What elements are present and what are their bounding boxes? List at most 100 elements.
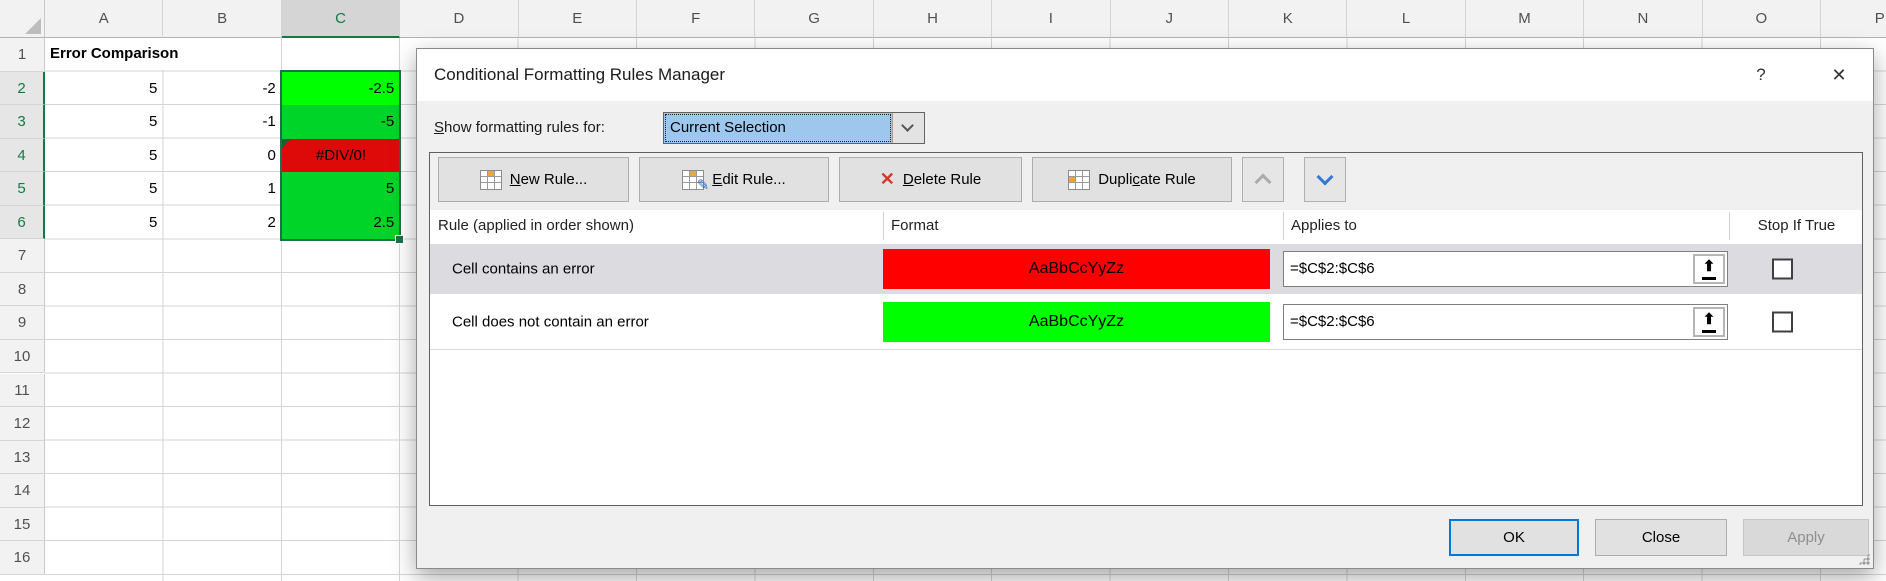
row-header-16[interactable]: 16 (0, 541, 45, 575)
close-button[interactable]: Close (1595, 519, 1727, 556)
combobox-value: Current Selection (664, 113, 892, 143)
column-header-N[interactable]: N (1584, 0, 1702, 38)
header-applies-to: Applies to (1291, 210, 1357, 242)
cell-C5[interactable]: 5 (282, 172, 400, 206)
cell-A5[interactable]: 5 (45, 172, 163, 206)
column-header-H[interactable]: H (874, 0, 992, 38)
error-indicator-icon (282, 139, 291, 148)
dialog-title: Conditional Formatting Rules Manager (434, 49, 725, 101)
edit-rule-icon: ✎ (682, 170, 704, 190)
rules-list-container: New Rule... ✎ Edit Rule... ✕ Delete Rule… (429, 152, 1863, 506)
column-header-L[interactable]: L (1347, 0, 1465, 38)
cell-B3[interactable]: -1 (163, 105, 281, 139)
delete-rule-button[interactable]: ✕ Delete Rule (839, 157, 1022, 202)
column-header-E[interactable]: E (519, 0, 637, 38)
cell-C2[interactable]: -2.5 (282, 72, 400, 106)
ok-button[interactable]: OK (1449, 519, 1579, 556)
duplicate-rule-button[interactable]: Duplicate Rule (1032, 157, 1232, 202)
header-format: Format (891, 210, 939, 242)
chevron-down-icon (1317, 169, 1334, 186)
row-header-12[interactable]: 12 (0, 407, 45, 441)
edit-rule-button[interactable]: ✎ Edit Rule... (639, 157, 829, 202)
applies-to-value: =$C$2:$C$6 (1290, 305, 1375, 339)
new-rule-icon (480, 170, 502, 190)
column-header-K[interactable]: K (1229, 0, 1347, 38)
row-header-4[interactable]: 4 (0, 139, 45, 173)
row-header-14[interactable]: 14 (0, 474, 45, 508)
collapse-dialog-icon: ⬆ (1702, 257, 1717, 280)
rule-name: Cell does not contain an error (452, 313, 649, 330)
cell-B5[interactable]: 1 (163, 172, 281, 206)
column-header-C[interactable]: C (282, 0, 400, 38)
column-header-J[interactable]: J (1111, 0, 1229, 38)
cell-B6[interactable]: 2 (163, 206, 281, 240)
row-header-10[interactable]: 10 (0, 340, 45, 374)
cell-B2[interactable]: -2 (163, 72, 281, 106)
close-icon[interactable]: ✕ (1823, 59, 1855, 91)
row-header-2[interactable]: 2 (0, 72, 45, 106)
row-header-3[interactable]: 3 (0, 105, 45, 139)
rules-table-header: Rule (applied in order shown) Format App… (430, 210, 1862, 242)
show-rules-combobox[interactable]: Current Selection (663, 112, 925, 144)
rules-toolbar: New Rule... ✎ Edit Rule... ✕ Delete Rule… (430, 153, 1862, 210)
fill-handle[interactable] (395, 235, 404, 244)
column-header-A[interactable]: A (45, 0, 163, 38)
chevron-up-icon (1255, 174, 1272, 191)
new-rule-button[interactable]: New Rule... (438, 157, 629, 202)
applies-to-field[interactable]: =$C$2:$C$6 ⬆ (1283, 251, 1728, 287)
move-rule-down-button[interactable] (1304, 157, 1346, 202)
column-header-B[interactable]: B (163, 0, 281, 38)
cell-C6[interactable]: 2.5 (282, 206, 400, 240)
stop-if-true-checkbox[interactable] (1772, 259, 1793, 280)
column-header-O[interactable]: O (1703, 0, 1821, 38)
delete-x-icon: ✕ (880, 169, 895, 190)
cell-B4[interactable]: 0 (163, 139, 281, 173)
header-rule: Rule (applied in order shown) (438, 210, 634, 242)
column-header-D[interactable]: D (400, 0, 518, 38)
rule-row[interactable]: Cell contains an error AaBbCcYyZz =$C$2:… (430, 244, 1862, 294)
row-header-5[interactable]: 5 (0, 172, 45, 206)
header-separator (1729, 212, 1730, 240)
rule-name: Cell contains an error (452, 261, 595, 278)
conditional-formatting-rules-manager-dialog: Conditional Formatting Rules Manager ? ✕… (416, 48, 1874, 569)
cell-A4[interactable]: 5 (45, 139, 163, 173)
cell-A6[interactable]: 5 (45, 206, 163, 240)
combobox-dropdown-button[interactable] (892, 113, 924, 143)
select-all-corner[interactable] (0, 0, 45, 38)
row-header-6[interactable]: 6 (0, 206, 45, 240)
select-all-triangle-icon (25, 18, 41, 34)
collapse-dialog-button[interactable]: ⬆ (1693, 307, 1725, 337)
rule-row[interactable]: Cell does not contain an error AaBbCcYyZ… (430, 294, 1862, 349)
cell-A2[interactable]: 5 (45, 72, 163, 106)
column-header-M[interactable]: M (1466, 0, 1584, 38)
applies-to-field[interactable]: =$C$2:$C$6 ⬆ (1283, 304, 1728, 340)
row-header-11[interactable]: 11 (0, 374, 45, 408)
format-preview: AaBbCcYyZz (883, 302, 1270, 342)
row-header-8[interactable]: 8 (0, 273, 45, 307)
column-header-G[interactable]: G (755, 0, 873, 38)
move-rule-up-button[interactable] (1242, 157, 1284, 202)
collapse-dialog-icon: ⬆ (1702, 310, 1717, 333)
cell-C3[interactable]: -5 (282, 105, 400, 139)
collapse-dialog-button[interactable]: ⬆ (1693, 254, 1725, 284)
row-header-7[interactable]: 7 (0, 239, 45, 273)
row-header-13[interactable]: 13 (0, 441, 45, 475)
apply-button[interactable]: Apply (1743, 519, 1869, 556)
column-header-P[interactable]: P (1821, 0, 1886, 38)
column-header-I[interactable]: I (992, 0, 1110, 38)
cell-A3[interactable]: 5 (45, 105, 163, 139)
cell-C4[interactable]: #DIV/0! (282, 139, 400, 173)
show-rules-label: Show formatting rules for: (434, 113, 605, 143)
stop-if-true-checkbox[interactable] (1772, 311, 1793, 332)
header-separator (883, 212, 884, 240)
help-icon[interactable]: ? (1745, 59, 1777, 91)
cell-A1[interactable]: Error Comparison (46, 38, 280, 70)
duplicate-rule-icon (1068, 170, 1090, 190)
pencil-icon: ✎ (697, 176, 710, 194)
header-stop-if-true: Stop If True (1729, 210, 1864, 242)
row-header-15[interactable]: 15 (0, 508, 45, 542)
row-header-9[interactable]: 9 (0, 306, 45, 340)
row-header-1[interactable]: 1 (0, 38, 45, 72)
applies-to-value: =$C$2:$C$6 (1290, 252, 1375, 286)
column-header-F[interactable]: F (637, 0, 755, 38)
